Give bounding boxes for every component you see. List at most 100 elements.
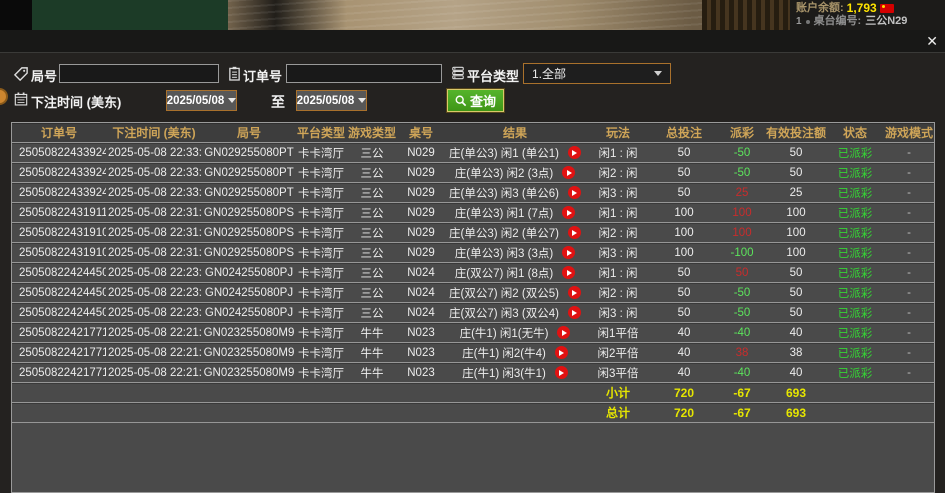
cell-status: 已派彩: [826, 362, 884, 383]
round-id-input[interactable]: [59, 64, 219, 83]
cell-game-type: 三公: [346, 222, 398, 243]
bet-records-modal: ✕ 局号 订单号 平台类型 1.全部 下注时间 (美东) 2025/05/08: [0, 30, 945, 493]
seat-number: 1: [796, 16, 802, 27]
account-balance-value: 1,793: [846, 1, 877, 15]
date-from-value: 2025/05/08: [166, 94, 225, 107]
cell-total-bet: 50: [650, 302, 718, 323]
order-id-label: 订单号: [243, 69, 283, 84]
bet-records-table: 订单号 下注时间 (美东) 局号 平台类型 游戏类型 桌号 结果 玩法 总投注 …: [12, 123, 934, 423]
replay-video-icon[interactable]: [562, 206, 576, 219]
cell-valid-bet: 25: [766, 182, 826, 203]
replay-video-icon[interactable]: [567, 146, 581, 159]
cell-result: 庄(单公3) 闲2 (单公7): [444, 222, 586, 243]
replay-video-icon[interactable]: [567, 286, 581, 299]
date-to-select[interactable]: 2025/05/08: [296, 90, 367, 111]
cell-round-id: GN029255080PS: [202, 202, 296, 223]
cell-play-method: 闲2平倍: [586, 342, 650, 363]
cell-order-id: 250508224339242: [12, 182, 106, 203]
cell-bet-time: 2025-05-08 22:23:39: [106, 262, 202, 283]
replay-video-icon[interactable]: [554, 366, 568, 379]
cell-result: 庄(牛1) 闲1(无牛): [444, 322, 586, 343]
replay-video-icon[interactable]: [562, 266, 576, 279]
cell-payout: -100: [718, 242, 766, 263]
cell-play-method: 闲1 : 闲: [586, 202, 650, 223]
cell-platform: 卡卡湾厅: [296, 222, 346, 243]
cell-game-mode: -: [884, 282, 934, 303]
header-payout: 派彩: [718, 123, 766, 143]
cell-game-type: 牛牛: [346, 342, 398, 363]
cell-status: 已派彩: [826, 322, 884, 343]
header-bet-time: 下注时间 (美东): [106, 123, 202, 143]
cell-game-type: 三公: [346, 142, 398, 163]
order-id-input[interactable]: [286, 64, 442, 83]
cell-game-mode: -: [884, 262, 934, 283]
cell-platform: 卡卡湾厅: [296, 362, 346, 383]
game-table-image: [32, 0, 228, 30]
cell-bet-time: 2025-05-08 22:31:19: [106, 242, 202, 263]
query-button[interactable]: 查询: [447, 89, 505, 112]
platform-select[interactable]: 1.全部: [523, 63, 671, 84]
result-text: 庄(单公3) 闲2 (3点): [454, 167, 554, 180]
table-row: 250508224217714 2025-05-08 22:21:06 GN02…: [12, 362, 934, 383]
cell-status: 已派彩: [826, 142, 884, 163]
cell-valid-bet: 50: [766, 262, 826, 283]
cell-table-no: N023: [398, 322, 444, 343]
cell-result: 庄(单公3) 闲3 (单公6): [444, 182, 586, 203]
table-row: 250508224217716 2025-05-08 22:21:06 GN02…: [12, 322, 934, 343]
close-icon[interactable]: ✕: [926, 33, 938, 49]
cell-platform: 卡卡湾厅: [296, 302, 346, 323]
cell-order-id: 250508224339243: [12, 162, 106, 183]
replay-video-icon[interactable]: [567, 306, 581, 319]
cell-game-mode: -: [884, 142, 934, 163]
cell-bet-time: 2025-05-08 22:33:18: [106, 142, 202, 163]
cell-valid-bet: 50: [766, 162, 826, 183]
replay-video-icon[interactable]: [562, 246, 576, 259]
header-play-method: 玩法: [586, 123, 650, 143]
cell-round-id: GN024255080PJ: [202, 282, 296, 303]
cell-round-id: GN029255080PT: [202, 182, 296, 203]
header-status: 状态: [826, 123, 884, 143]
account-info-panel: 账户余额: 1,793 1 桌台编号: 三公N29 2: [790, 0, 945, 30]
cell-bet-time: 2025-05-08 22:31:19: [106, 222, 202, 243]
cell-bet-time: 2025-05-08 22:23:39: [106, 302, 202, 323]
cell-game-type: 三公: [346, 262, 398, 283]
date-to-value: 2025/05/08: [296, 94, 355, 107]
cell-bet-time: 2025-05-08 22:21:06: [106, 342, 202, 363]
replay-video-icon[interactable]: [557, 326, 571, 339]
cell-table-no: N029: [398, 162, 444, 183]
cell-status: 已派彩: [826, 202, 884, 223]
result-text: 庄(牛1) 闲3(牛1): [462, 367, 546, 380]
cell-bet-time: 2025-05-08 22:33:18: [106, 162, 202, 183]
cell-game-type: 三公: [346, 182, 398, 203]
replay-video-icon[interactable]: [567, 226, 581, 239]
cell-game-type: 三公: [346, 302, 398, 323]
result-text: 庄(单公3) 闲1 (单公1): [449, 147, 559, 160]
replay-video-icon[interactable]: [567, 186, 581, 199]
cell-game-mode: -: [884, 182, 934, 203]
subtotal-label: 小计: [586, 382, 650, 403]
cell-game-type: 三公: [346, 282, 398, 303]
account-balance-label: 账户余额:: [796, 2, 844, 14]
cell-payout: 25: [718, 182, 766, 203]
cell-status: 已派彩: [826, 242, 884, 263]
cell-result: 庄(单公3) 闲3 (3点): [444, 242, 586, 263]
cell-platform: 卡卡湾厅: [296, 322, 346, 343]
cell-order-id: 250508224217716: [12, 322, 106, 343]
cell-platform: 卡卡湾厅: [296, 202, 346, 223]
cell-game-mode: -: [884, 302, 934, 323]
table-row: 250508224319110 2025-05-08 22:31:19 GN02…: [12, 202, 934, 223]
header-round-id: 局号: [202, 123, 296, 143]
cell-round-id: GN029255080PT: [202, 142, 296, 163]
header-game-mode: 游戏模式: [884, 123, 934, 143]
cell-total-bet: 50: [650, 262, 718, 283]
cell-result: 庄(单公3) 闲1 (7点): [444, 202, 586, 223]
cell-table-no: N029: [398, 182, 444, 203]
cell-play-method: 闲3 : 闲: [586, 302, 650, 323]
replay-video-icon[interactable]: [562, 166, 576, 179]
date-from-select[interactable]: 2025/05/08: [166, 90, 237, 111]
cell-total-bet: 50: [650, 162, 718, 183]
subtotal-payout: -67: [718, 382, 766, 403]
replay-video-icon[interactable]: [554, 346, 568, 359]
cell-order-id: 250508224319109: [12, 222, 106, 243]
total-total-bet: 720: [650, 402, 718, 423]
